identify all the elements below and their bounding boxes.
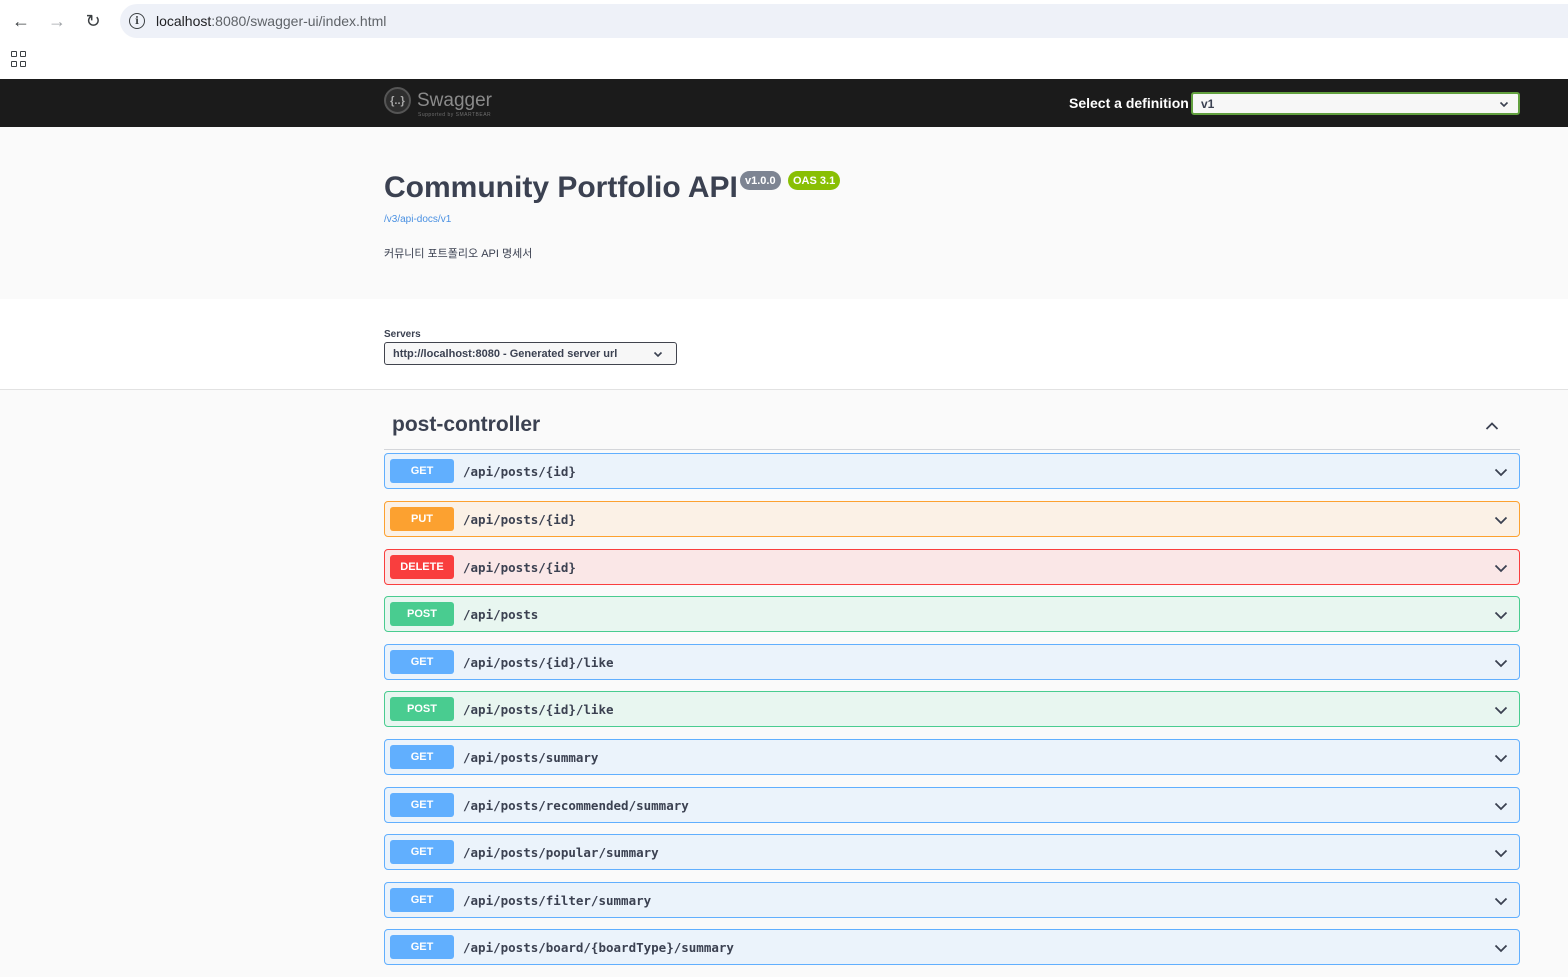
definition-label: Select a definition <box>1069 95 1189 111</box>
url-text: localhost:8080/swagger-ui/index.html <box>156 13 387 29</box>
method-badge: PUT <box>390 507 454 531</box>
logo-text: Swagger <box>417 90 492 111</box>
method-badge: GET <box>390 935 454 959</box>
api-title: Community Portfolio API <box>384 171 738 204</box>
servers-label: Servers <box>384 329 421 340</box>
operation-path: /api/posts/{id}/like <box>463 654 614 670</box>
operation-row[interactable]: GET/api/posts/popular/summary <box>384 834 1520 870</box>
operation-row[interactable]: GET/api/posts/summary <box>384 739 1520 775</box>
tag-header-post-controller[interactable]: post-controller <box>384 408 1520 450</box>
method-badge: GET <box>390 745 454 769</box>
chevron-down-icon[interactable] <box>1493 560 1509 576</box>
operation-row[interactable]: PUT/api/posts/{id} <box>384 501 1520 537</box>
chevron-down-icon[interactable] <box>1493 655 1509 671</box>
operation-path: /api/posts/{id} <box>463 559 576 575</box>
operation-row[interactable]: GET/api/posts/board/{boardType}/summary <box>384 929 1520 965</box>
oas-badge: OAS 3.1 <box>788 171 841 190</box>
server-select[interactable]: http://localhost:8080 - Generated server… <box>384 342 677 365</box>
chevron-down-icon[interactable] <box>1493 607 1509 623</box>
chevron-down-icon[interactable] <box>1493 798 1509 814</box>
site-info-icon[interactable]: i <box>129 13 145 29</box>
bookmark-bar <box>0 42 1568 79</box>
chevron-down-icon[interactable] <box>1493 893 1509 909</box>
swagger-logo-icon: {..} <box>384 87 411 114</box>
logo-subtitle: Supported by SMARTBEAR <box>418 112 492 118</box>
operation-path: /api/posts/board/{boardType}/summary <box>463 939 734 955</box>
operation-path: /api/posts/filter/summary <box>463 892 652 908</box>
operation-row[interactable]: DELETE/api/posts/{id} <box>384 549 1520 585</box>
method-badge: GET <box>390 840 454 864</box>
version-badge: v1.0.0 <box>740 171 781 190</box>
operation-row[interactable]: GET/api/posts/{id} <box>384 453 1520 489</box>
operation-path: /api/posts/{id}/like <box>463 701 614 717</box>
operation-path: /api/posts/{id} <box>463 511 576 527</box>
method-badge: GET <box>390 650 454 674</box>
operation-path: /api/posts/recommended/summary <box>463 797 689 813</box>
chevron-down-icon[interactable] <box>1493 464 1509 480</box>
definition-select[interactable]: v1 <box>1191 92 1520 115</box>
api-docs-link[interactable]: /v3/api-docs/v1 <box>384 214 451 225</box>
method-badge: POST <box>390 697 454 721</box>
address-bar[interactable]: i localhost:8080/swagger-ui/index.html <box>120 4 1568 38</box>
chevron-down-icon <box>653 351 663 357</box>
method-badge: GET <box>390 459 454 483</box>
method-badge: GET <box>390 888 454 912</box>
operation-row[interactable]: POST/api/posts <box>384 596 1520 632</box>
swagger-logo[interactable]: {..} Swagger <box>384 87 492 114</box>
operation-path: /api/posts/popular/summary <box>463 844 659 860</box>
chevron-down-icon <box>1499 101 1509 107</box>
back-icon[interactable]: ← <box>8 8 34 34</box>
chevron-down-icon[interactable] <box>1493 940 1509 956</box>
tag-title: post-controller <box>392 413 541 436</box>
chevron-down-icon[interactable] <box>1493 845 1509 861</box>
operation-path: /api/posts/{id} <box>463 463 576 479</box>
operation-row[interactable]: GET/api/posts/{id}/like <box>384 644 1520 680</box>
chevron-down-icon[interactable] <box>1493 702 1509 718</box>
operation-row[interactable]: POST/api/posts/{id}/like <box>384 691 1520 727</box>
chevron-down-icon[interactable] <box>1493 512 1509 528</box>
definition-value: v1 <box>1201 96 1215 111</box>
chevron-up-icon[interactable] <box>1484 418 1500 434</box>
operation-row[interactable]: GET/api/posts/recommended/summary <box>384 787 1520 823</box>
operation-row[interactable]: GET/api/posts/filter/summary <box>384 882 1520 918</box>
servers-section <box>0 299 1568 390</box>
info-section <box>0 127 1568 299</box>
method-badge: GET <box>390 793 454 817</box>
method-badge: POST <box>390 602 454 626</box>
api-description: 커뮤니티 포트폴리오 API 명세서 <box>384 248 533 260</box>
apps-grid-icon[interactable] <box>11 51 27 67</box>
operation-path: /api/posts <box>463 606 539 622</box>
browser-toolbar: ← → ↻ i localhost:8080/swagger-ui/index.… <box>0 0 1568 42</box>
operation-path: /api/posts/summary <box>463 749 599 765</box>
forward-icon[interactable]: → <box>44 8 70 34</box>
method-badge: DELETE <box>390 555 454 579</box>
reload-icon[interactable]: ↻ <box>80 8 106 34</box>
server-select-value: http://localhost:8080 - Generated server… <box>393 347 618 360</box>
chevron-down-icon[interactable] <box>1493 750 1509 766</box>
